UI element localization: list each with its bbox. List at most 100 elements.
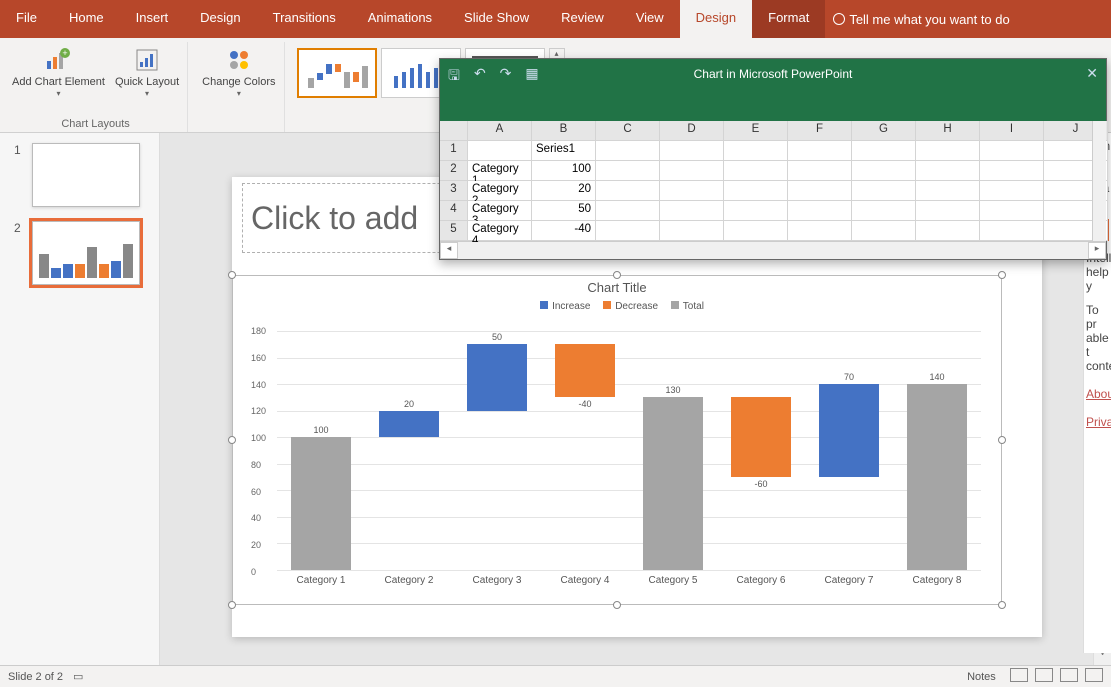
cell[interactable]: Category 1 [468,161,532,181]
column-header[interactable]: G [852,121,916,141]
slide-thumbnail-1[interactable] [32,143,140,207]
row-header[interactable]: 1 [440,141,468,161]
cell[interactable] [916,181,980,201]
resize-handle[interactable] [613,601,621,609]
edit-data-icon[interactable]: ▦ [525,65,538,82]
tab-view[interactable]: View [620,0,680,38]
excel-scroll-horizontal[interactable]: ◂ ▸ [440,241,1106,259]
cell[interactable] [980,221,1044,241]
resize-handle[interactable] [228,436,236,444]
scroll-left-icon[interactable]: ◂ [440,242,458,259]
about-link[interactable]: Abou [1086,387,1109,401]
cell[interactable] [916,201,980,221]
column-header[interactable]: I [980,121,1044,141]
cell[interactable] [788,141,852,161]
cell[interactable]: Series1 [532,141,596,161]
chart-legend[interactable]: Increase Decrease Total [233,301,1001,312]
column-header[interactable]: A [468,121,532,141]
cell[interactable] [596,161,660,181]
change-colors-button[interactable]: Change Colors ▾ [200,44,277,102]
redo-icon[interactable]: ↷ [500,65,512,82]
resize-handle[interactable] [228,271,236,279]
cell[interactable]: Category 3 [468,201,532,221]
chart-bar[interactable]: 130 [643,397,703,570]
plot-area[interactable]: 1002050-40130-6070140 [277,331,981,570]
cell[interactable]: -40 [532,221,596,241]
excel-scroll-vertical[interactable] [1092,121,1106,241]
cell[interactable] [596,221,660,241]
cell[interactable] [980,201,1044,221]
tab-home[interactable]: Home [53,0,120,38]
chart-bar[interactable]: 70 [819,384,879,477]
cell[interactable] [916,161,980,181]
chart-bar[interactable]: 140 [907,384,967,570]
resize-handle[interactable] [228,601,236,609]
tab-animations[interactable]: Animations [352,0,448,38]
resize-handle[interactable] [998,436,1006,444]
cell[interactable] [724,141,788,161]
scroll-right-icon[interactable]: ▸ [1088,242,1106,259]
tab-format[interactable]: Format [752,0,825,38]
reading-view-icon[interactable] [1060,668,1078,682]
cell[interactable]: 100 [532,161,596,181]
tab-transitions[interactable]: Transitions [257,0,352,38]
cell[interactable] [788,161,852,181]
notes-button[interactable]: Notes [967,671,996,683]
cell[interactable] [724,161,788,181]
cell[interactable]: 20 [532,181,596,201]
resize-handle[interactable] [613,271,621,279]
row-header[interactable]: 4 [440,201,468,221]
cell[interactable] [916,141,980,161]
cell[interactable] [852,221,916,241]
chart-bar[interactable]: 50 [467,344,527,410]
chart-bar[interactable]: -40 [555,344,615,397]
cell[interactable] [980,141,1044,161]
cell[interactable] [788,221,852,241]
cell[interactable] [468,141,532,161]
spellcheck-icon[interactable]: ▭ [73,670,83,683]
cell[interactable] [596,201,660,221]
cell[interactable] [660,201,724,221]
tab-file[interactable]: File [0,0,53,38]
slide-thumbnail-2[interactable] [32,221,140,285]
resize-handle[interactable] [998,271,1006,279]
select-all-cell[interactable] [440,121,468,141]
tab-design1[interactable]: Design [184,0,256,38]
privacy-link[interactable]: Priva [1086,415,1109,429]
cell[interactable] [660,141,724,161]
column-header[interactable]: H [916,121,980,141]
sorter-view-icon[interactable] [1035,668,1053,682]
tab-slideshow[interactable]: Slide Show [448,0,545,38]
cell[interactable] [724,181,788,201]
cell[interactable] [916,221,980,241]
cell[interactable] [660,221,724,241]
column-header[interactable]: F [788,121,852,141]
cell[interactable]: Category 4 [468,221,532,241]
row-header[interactable]: 5 [440,221,468,241]
cell[interactable] [788,201,852,221]
undo-icon[interactable]: ↶ [474,65,486,82]
resize-handle[interactable] [998,601,1006,609]
close-icon[interactable]: ✕ [1086,65,1098,82]
row-header[interactable]: 2 [440,161,468,181]
tell-me[interactable]: Tell me what you want to do [825,0,1017,38]
tab-insert[interactable]: Insert [120,0,185,38]
chart-object[interactable]: Chart Title Increase Decrease Total 1002… [232,275,1002,605]
cell[interactable] [852,181,916,201]
normal-view-icon[interactable] [1010,668,1028,682]
chart-data-window[interactable]: 🖫 ↶ ↷ ▦ Chart in Microsoft PowerPoint ✕ … [439,58,1107,260]
cell[interactable] [852,201,916,221]
cell[interactable] [660,161,724,181]
cell[interactable] [852,161,916,181]
column-header[interactable]: C [596,121,660,141]
cell[interactable] [660,181,724,201]
cell[interactable] [788,181,852,201]
tab-design-chart[interactable]: Design [680,0,752,38]
chart-bar[interactable]: -60 [731,397,791,477]
cell[interactable] [980,161,1044,181]
column-header[interactable]: B [532,121,596,141]
add-chart-element-button[interactable]: + Add Chart Element ▾ [10,44,107,102]
cell[interactable] [596,181,660,201]
slideshow-view-icon[interactable] [1085,668,1103,682]
cell[interactable] [980,181,1044,201]
